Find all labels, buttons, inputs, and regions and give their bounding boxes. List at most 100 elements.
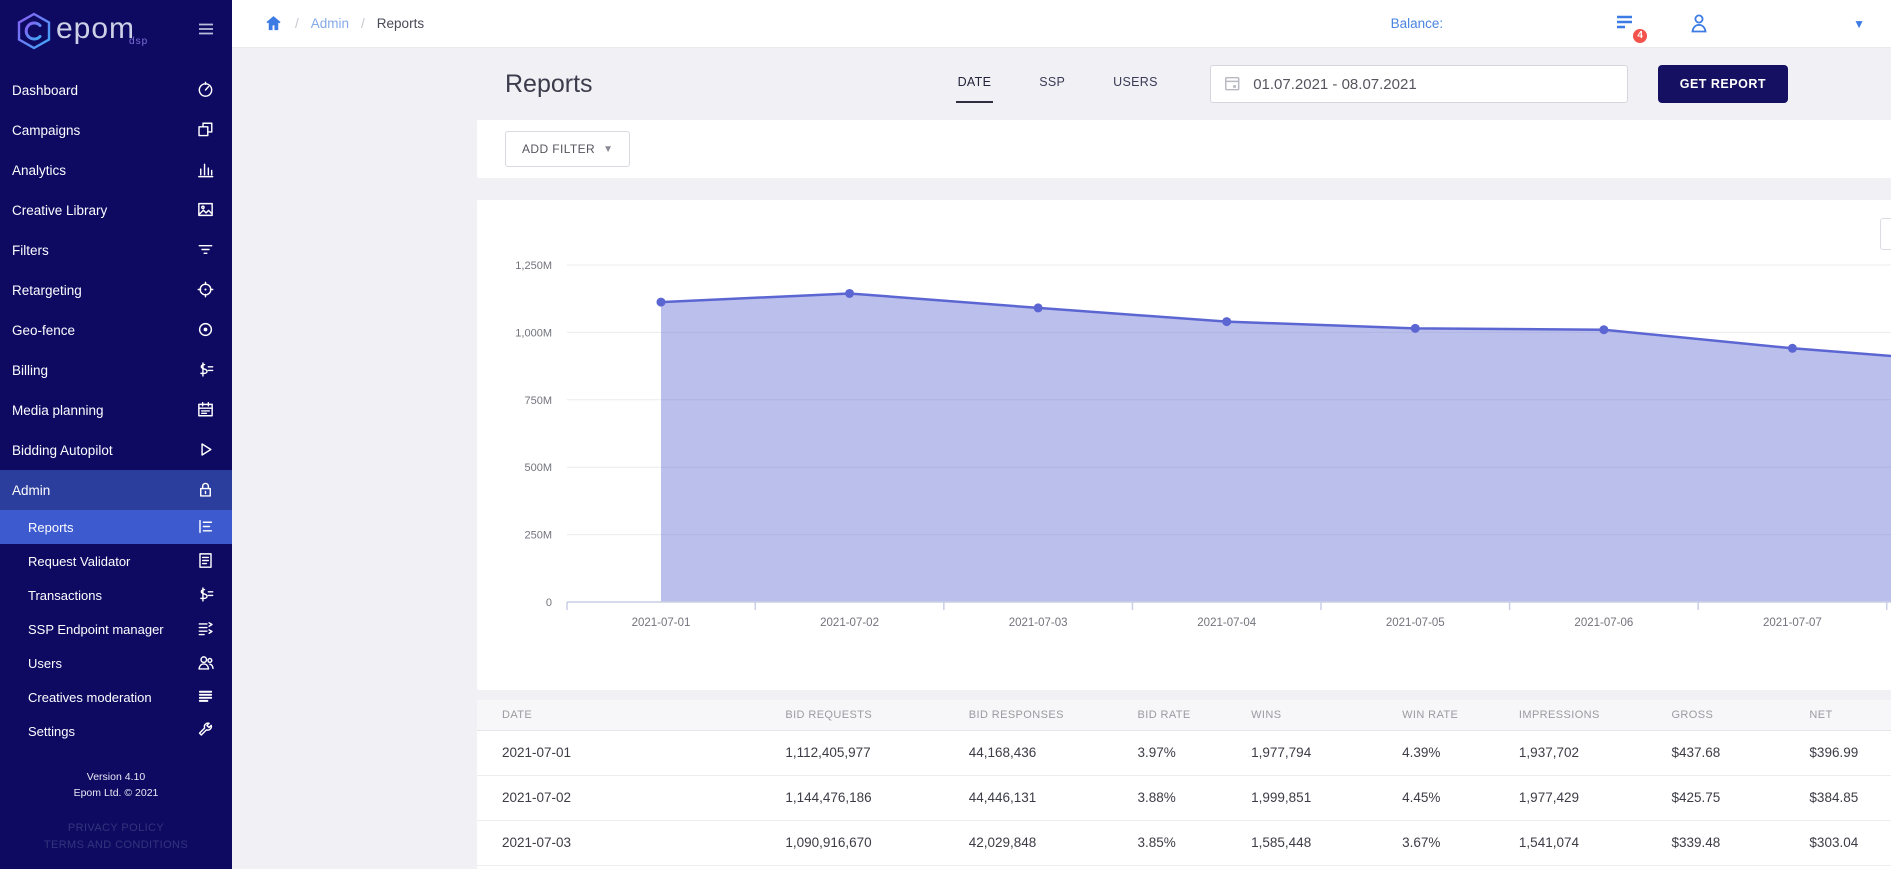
tab-date[interactable]: DATE	[955, 65, 994, 103]
sidebar-subitem-label: Creatives moderation	[28, 689, 152, 705]
column-header-bid-requests: BID REQUESTS	[785, 700, 969, 731]
chart-panel: 0 250M 500M 750M 1,000M 1,250M 2021-07-01 2021-…	[477, 200, 1891, 690]
bar-chart-icon	[196, 160, 216, 180]
sidebar-item-label: Media planning	[12, 402, 104, 418]
table-cell: $425.75	[1671, 775, 1810, 821]
table-cell: 3.85%	[1137, 820, 1252, 866]
header-band: Reports DATE SSP USERS GET REPORT	[232, 48, 1891, 120]
table-cell: 1,144,476,186	[785, 775, 969, 821]
sidebar-item-label: Creative Library	[12, 202, 108, 218]
table-cell: 44,446,131	[968, 775, 1138, 821]
breadcrumb-link-admin[interactable]: Admin	[311, 16, 349, 31]
table-cell: $303.04	[1809, 820, 1891, 866]
footer-link-privacy-policy[interactable]: PRIVACY POLICY	[0, 820, 232, 838]
sidebar-item-creative-library[interactable]: Creative Library	[0, 190, 232, 230]
sidebar-subitem-creatives-moderation[interactable]: Creatives moderation	[0, 680, 232, 714]
tab-ssp[interactable]: SSP	[1037, 65, 1067, 103]
sidebar-subitem-reports[interactable]: Reports	[0, 510, 232, 544]
notifications-icon[interactable]: 4	[1613, 11, 1650, 45]
column-header-bid-rate: BID RATE	[1137, 700, 1252, 731]
calendar-icon	[1223, 74, 1241, 94]
sidebar-item-admin[interactable]: Admin	[0, 470, 232, 510]
app-root: epom dsp Dashboard Campaigns Analytics Crea…	[0, 0, 1891, 869]
users-icon	[196, 653, 216, 673]
sidebar-item-filters[interactable]: Filters	[0, 230, 232, 270]
table-cell: $396.99	[1809, 730, 1891, 776]
sidebar-item-campaigns[interactable]: Campaigns	[0, 110, 232, 150]
gauge-icon	[196, 80, 216, 100]
svg-text:0: 0	[546, 597, 552, 609]
sidebar-item-retargeting[interactable]: Retargeting	[0, 270, 232, 310]
sidebar-item-label: Dashboard	[12, 82, 79, 98]
table-cell: $384.85	[1809, 775, 1891, 821]
account-caret-icon[interactable]: ▼	[1853, 17, 1865, 31]
report-tabs: DATE SSP USERS	[955, 65, 1160, 103]
sidebar-item-bidding-autopilot[interactable]: Bidding Autopilot	[0, 430, 232, 470]
sidebar-item-dashboard[interactable]: Dashboard	[0, 70, 232, 110]
layers-icon	[196, 687, 216, 707]
column-header-wins: WINS	[1251, 700, 1403, 731]
svg-text:1,000M: 1,000M	[515, 327, 552, 339]
table-cell: 2021-07-01	[477, 730, 786, 776]
table-cell: 1,937,702	[1518, 730, 1672, 776]
table-cell: 1,090,916,670	[785, 820, 969, 866]
pin-icon	[196, 320, 216, 340]
sidebar-item-label: Bidding Autopilot	[12, 442, 113, 458]
sidebar-item-label: Campaigns	[12, 122, 81, 138]
sidebar-subitem-label: Reports	[28, 519, 74, 535]
column-header-win-rate: WIN RATE	[1402, 700, 1519, 731]
table-cell: 2021-07-03	[477, 820, 786, 866]
column-header-net: NET	[1809, 700, 1891, 731]
dollar-lines-icon	[196, 585, 216, 605]
date-range-input[interactable]	[1253, 75, 1615, 93]
footer-link-terms-and-conditions[interactable]: TERMS AND CONDITIONS	[0, 837, 232, 855]
sidebar-subitem-transactions[interactable]: Transactions	[0, 578, 232, 612]
header-controls: DATE SSP USERS GET REPORT	[955, 65, 1891, 103]
sidebar-item-geo-fence[interactable]: Geo-fence	[0, 310, 232, 350]
copy-icon	[196, 120, 216, 140]
svg-text:500M: 500M	[524, 462, 552, 474]
balance-label: Balance:	[1390, 16, 1444, 31]
svg-text:2021-07-07: 2021-07-07	[1763, 617, 1822, 629]
sidebar-item-analytics[interactable]: Analytics	[0, 150, 232, 190]
sidebar-item-billing[interactable]: Billing	[0, 350, 232, 390]
notification-badge: 4	[1631, 26, 1650, 45]
tab-users[interactable]: USERS	[1111, 65, 1160, 103]
table-cell: 1,977,794	[1251, 730, 1403, 776]
hamburger-icon[interactable]	[196, 19, 216, 44]
user-icon[interactable]	[1687, 11, 1713, 37]
get-report-button[interactable]: GET REPORT	[1657, 65, 1788, 103]
breadcrumb-separator: /	[361, 16, 365, 31]
table-cell: 2021-07-02	[477, 775, 786, 821]
table-cell: 3.97%	[1137, 730, 1252, 776]
crosshair-icon	[196, 280, 216, 300]
sidebar-item-media-planning[interactable]: Media planning	[0, 390, 232, 430]
filter-bar: ADD FILTER ▼	[477, 120, 1891, 178]
breadcrumb-current: Reports	[376, 16, 425, 31]
main-area: / Admin / Reports Balance: 4 ▼ Reports D…	[232, 0, 1891, 869]
image-icon	[196, 200, 216, 220]
svg-text:1,250M: 1,250M	[515, 260, 552, 272]
add-filter-button[interactable]: ADD FILTER ▼	[505, 131, 631, 167]
chevron-down-icon: ▼	[603, 143, 614, 155]
sidebar-subitem-ssp-endpoint-manager[interactable]: SSP Endpoint manager	[0, 612, 232, 646]
sidebar-subitem-settings[interactable]: Settings	[0, 714, 232, 748]
brand-sub: dsp	[129, 35, 149, 47]
table-row: 2021-07-03 1,090,916,670 42,029,848 3.85% 1,…	[477, 820, 1891, 866]
wrench-icon	[196, 721, 216, 741]
date-range-field[interactable]	[1209, 65, 1628, 103]
sidebar-subitem-users[interactable]: Users	[0, 646, 232, 680]
table-cell: 1,977,429	[1518, 775, 1672, 821]
filter-icon	[196, 240, 216, 260]
metric-selector-button[interactable]: METRIC: BID REQUESTS ▼	[1879, 218, 1891, 250]
svg-text:2021-07-05: 2021-07-05	[1386, 617, 1445, 629]
svg-text:2021-07-03: 2021-07-03	[1009, 617, 1068, 629]
table-cell: 1,999,851	[1251, 775, 1403, 821]
home-icon[interactable]	[264, 14, 283, 33]
sidebar-subitem-request-validator[interactable]: Request Validator	[0, 544, 232, 578]
table-cell: 4.39%	[1402, 730, 1519, 776]
report-list-icon	[196, 517, 216, 537]
table-cell: 44,168,436	[968, 730, 1138, 776]
sidebar-subitem-label: Transactions	[28, 587, 102, 603]
sidebar-item-label: Filters	[12, 242, 49, 258]
